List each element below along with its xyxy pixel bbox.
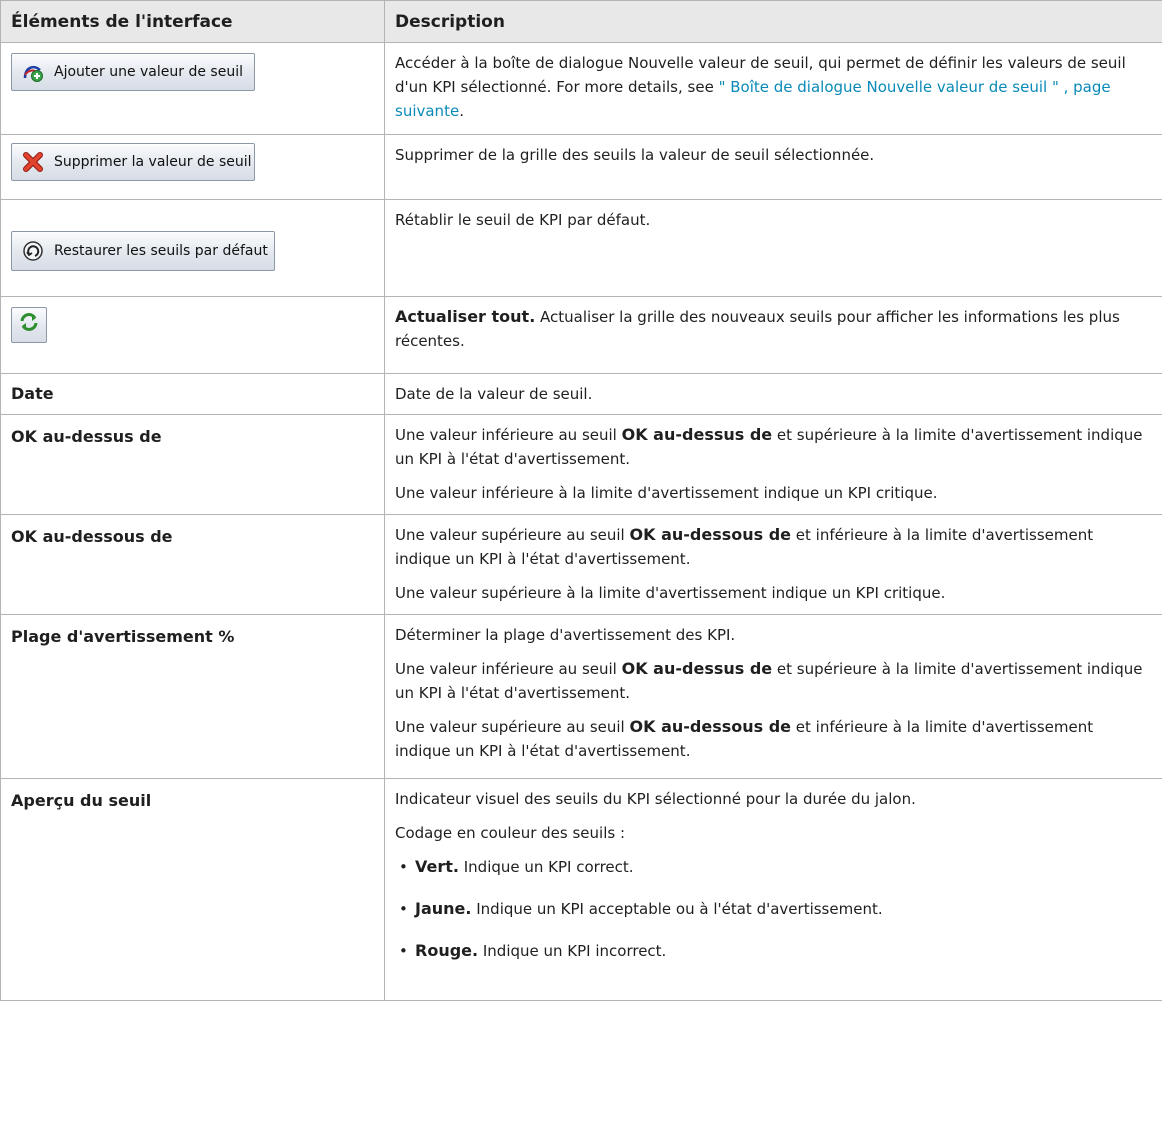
table-row-warning-range: Plage d'avertissement % Déterminer la pl… [0, 614, 1162, 779]
add-threshold-description: Accéder à la boîte de dialogue Nouvelle … [384, 42, 1162, 135]
restore-icon [22, 240, 44, 262]
restore-defaults-button[interactable]: Restaurer les seuils par défaut [11, 231, 275, 271]
table-row-date: Date Date de la valeur de seuil. [0, 373, 1162, 415]
delete-threshold-button[interactable]: Supprimer la valeur de seuil [11, 143, 255, 181]
refresh-button[interactable] [11, 307, 47, 343]
table-row-ok-above: OK au-dessus de Une valeur inférieure au… [0, 414, 1162, 515]
list-item: • Jaune. Indique un KPI acceptable ou à l… [399, 899, 883, 918]
delete-threshold-label: Supprimer la valeur de seuil [54, 154, 252, 170]
table-row-restore-defaults: Restaurer les seuils par défaut Rétablir… [0, 199, 1162, 297]
add-threshold-label: Ajouter une valeur de seuil [54, 64, 243, 80]
threshold-preview-description: Indicateur visuel des seuils du KPI séle… [384, 778, 1162, 1001]
refresh-icon [18, 311, 40, 340]
delete-threshold-description: Supprimer de la grille des seuils la val… [384, 134, 1162, 200]
warning-range-description: Déterminer la plage d'avertissement des … [384, 614, 1162, 779]
table-row-add-threshold: Ajouter une valeur de seuil Accéder à la… [0, 42, 1162, 135]
ok-above-description: Une valeur inférieure au seuil OK au-des… [384, 414, 1162, 515]
table-header-row: Éléments de l'interface Description [0, 0, 1162, 43]
table-row-refresh-all: Actualiser tout. Actualiser la grille de… [0, 296, 1162, 374]
list-item: • Rouge. Indique un KPI incorrect. [399, 941, 667, 960]
table-row-ok-below: OK au-dessous de Une valeur supérieure a… [0, 514, 1162, 615]
ui-elements-table: Éléments de l'interface Description Ajou… [0, 0, 1162, 1001]
warning-range-label: Plage d'avertissement % [11, 627, 235, 646]
header-description: Description [384, 0, 1162, 43]
date-description: Date de la valeur de seuil. [384, 373, 1162, 415]
header-ui-elements: Éléments de l'interface [0, 0, 385, 43]
restore-defaults-label: Restaurer les seuils par défaut [54, 243, 268, 259]
refresh-all-description: Actualiser tout. Actualiser la grille de… [384, 296, 1162, 374]
ok-above-label: OK au-dessus de [11, 427, 162, 446]
threshold-preview-label: Aperçu du seuil [11, 791, 152, 810]
add-threshold-button[interactable]: Ajouter une valeur de seuil [11, 53, 255, 91]
table-row-threshold-preview: Aperçu du seuil Indicateur visuel des se… [0, 778, 1162, 1001]
ok-below-label: OK au-dessous de [11, 527, 173, 546]
table-row-delete-threshold: Supprimer la valeur de seuil Supprimer d… [0, 134, 1162, 200]
date-label: Date [11, 384, 54, 403]
add-threshold-icon [22, 61, 44, 83]
delete-x-icon [22, 151, 44, 173]
ok-below-description: Une valeur supérieure au seuil OK au-des… [384, 514, 1162, 615]
color-coding-list: • Vert. Indique un KPI correct. • Jaune. I… [395, 855, 1152, 963]
restore-defaults-description: Rétablir le seuil de KPI par défaut. [384, 199, 1162, 297]
list-item: • Vert. Indique un KPI correct. [399, 857, 634, 876]
